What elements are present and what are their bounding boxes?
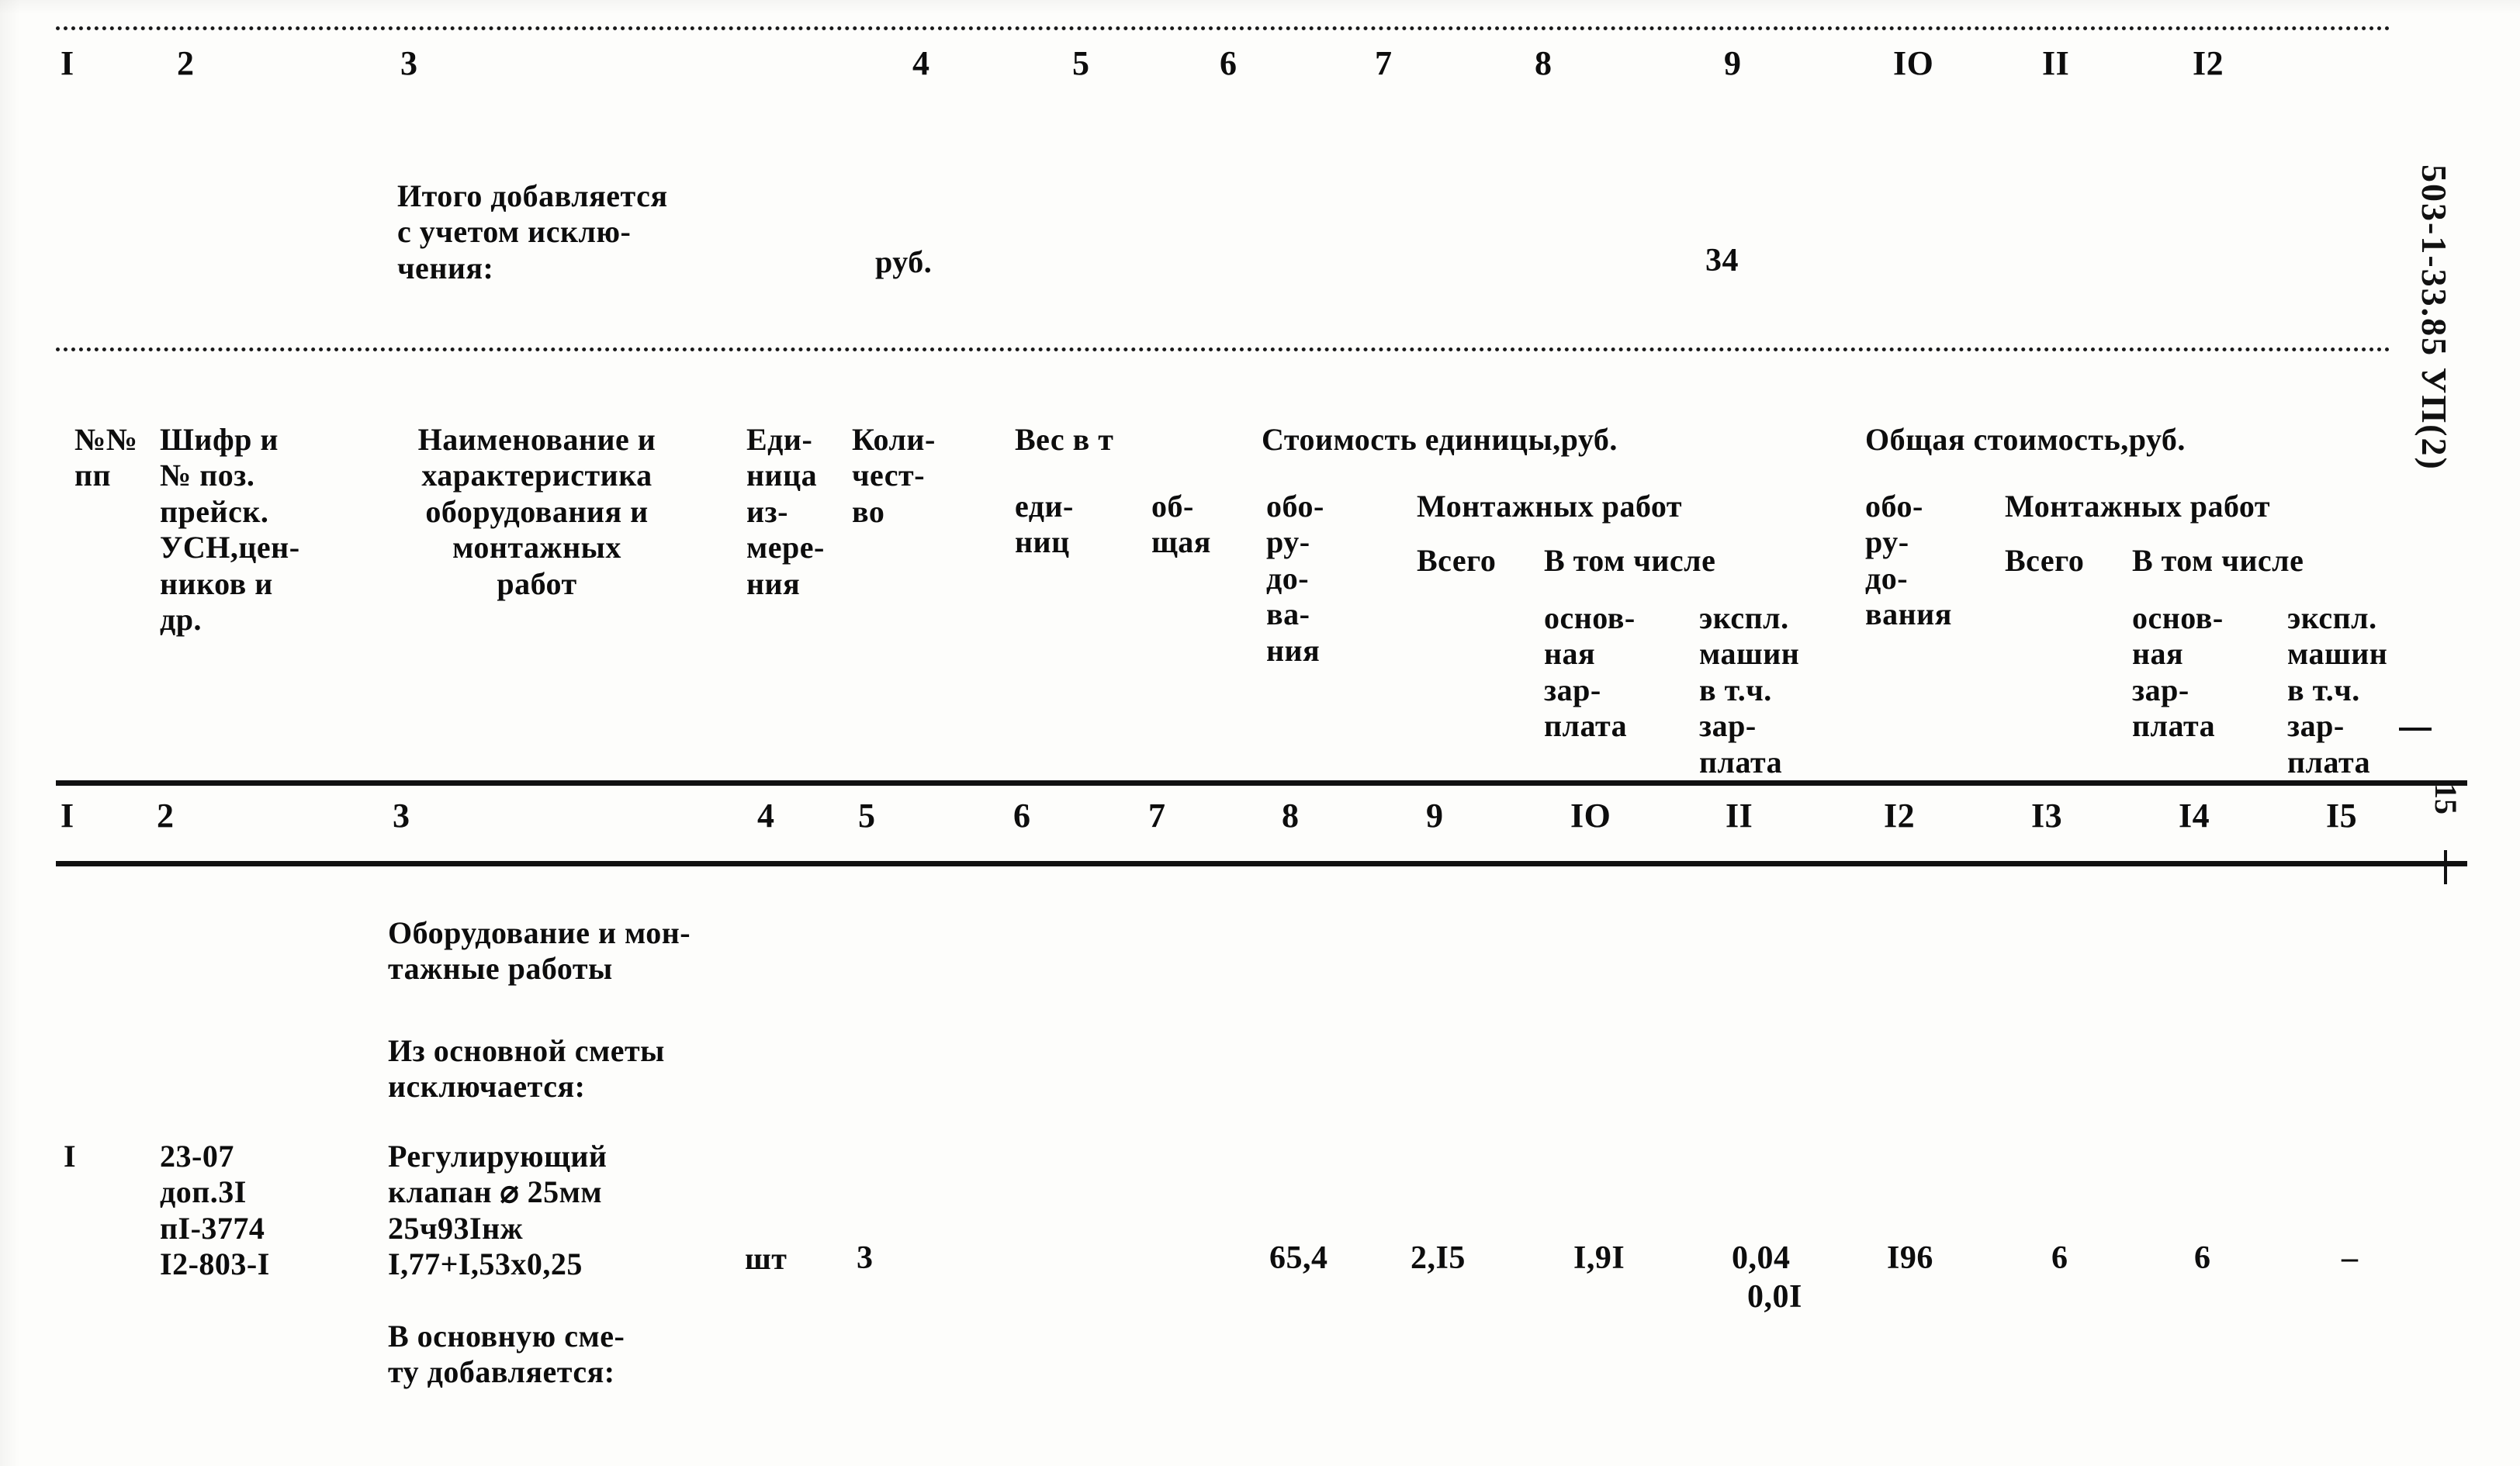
body-col-number-15: I5 xyxy=(2326,797,2358,835)
table-row-total-mount-salary: 6 xyxy=(2194,1240,2211,1276)
top-col-number-2: 2 xyxy=(177,44,195,82)
top-col-number-1: I xyxy=(61,44,74,82)
table-row-total-mount-machines: – xyxy=(2342,1240,2359,1276)
document-page: I 2 3 4 5 6 7 8 9 IO II I2 Итого добавля… xyxy=(0,0,2520,1466)
table-row-description: Регулирующий клапан ⌀ 25мм 25ч93Iнж I,77… xyxy=(388,1139,608,1282)
document-side-page-number: 15 xyxy=(2428,783,2463,814)
body-col-number-1: I xyxy=(61,797,74,835)
top-col-number-6: 6 xyxy=(1220,44,1238,82)
top-col-number-11: II xyxy=(2042,44,2070,82)
header-total-mount-group: Монтажных работ xyxy=(2005,489,2271,524)
body-col-number-12: I2 xyxy=(1884,797,1916,835)
header-col8: обо- ру- до- ва- ния xyxy=(1266,489,1324,668)
body-col-number-11: II xyxy=(1726,797,1753,835)
table-row-qty: 3 xyxy=(857,1240,874,1276)
body-col-number-8: 8 xyxy=(1282,797,1300,835)
header-col15: экспл. машин в т.ч. зар- плата xyxy=(2287,600,2388,780)
top-dashed-rule xyxy=(56,26,2391,30)
header-bottom-rule xyxy=(56,780,2467,786)
header-unit-cost-group: Стоимость единицы,руб. xyxy=(1262,422,1618,457)
header-col2: Шифр и № поз. прейск. УСН,цен- ников и д… xyxy=(160,422,300,637)
subtotal-unit: руб. xyxy=(875,244,933,279)
body-col-number-14: I4 xyxy=(2179,797,2210,835)
top-col-number-8: 8 xyxy=(1535,44,1552,82)
body-col-number-9: 9 xyxy=(1426,797,1444,835)
header-col14: основ- ная зар- плата xyxy=(2132,600,2224,744)
body-col-number-3: 3 xyxy=(393,797,410,835)
top-col-number-9: 9 xyxy=(1724,44,1742,82)
top-col-number-3: 3 xyxy=(400,44,418,82)
table-row-total-mount-total: 6 xyxy=(2051,1240,2068,1276)
header-unit-incl: В том числе xyxy=(1544,543,1716,578)
header-col9: Всего xyxy=(1417,543,1497,578)
header-total-cost-group: Общая стоимость,руб. xyxy=(1865,422,2186,457)
header-col7: об- щая xyxy=(1151,489,1211,560)
header-col4: Еди- ница из- мере- ния xyxy=(746,422,825,601)
table-row-unit-mount-salary: I,9I xyxy=(1573,1240,1625,1276)
subtotal-value: 34 xyxy=(1705,243,1739,278)
body-col-number-6: 6 xyxy=(1013,797,1031,835)
document-side-code: 503-1-33.85 УП(2) xyxy=(2414,164,2454,471)
table-row-unit-mount-machines: 0,04 xyxy=(1732,1240,1791,1276)
header-col1: №№ пп xyxy=(74,422,138,493)
top-col-number-10: IO xyxy=(1893,44,1934,82)
body-add-caption: В основную сме- ту добавляется: xyxy=(388,1319,625,1390)
body-col-number-4: 4 xyxy=(757,797,775,835)
header-col6: еди- ниц xyxy=(1015,489,1074,560)
body-exclude-caption: Из основной сметы исключается: xyxy=(388,1033,665,1105)
body-col-number-7: 7 xyxy=(1148,797,1166,835)
header-weight-group: Вес в т xyxy=(1015,422,1114,457)
table-row-unit-mount-machines-sub: 0,0I xyxy=(1747,1279,1802,1315)
top-col-number-4: 4 xyxy=(912,44,930,82)
body-col-number-10: IO xyxy=(1570,797,1611,835)
subtotal-label: Итого добавляется с учетом исклю- чения: xyxy=(397,178,668,285)
body-top-rule xyxy=(56,861,2467,866)
body-col-number-2: 2 xyxy=(157,797,175,835)
table-row-unit: шт xyxy=(745,1241,788,1276)
body-col-number-13: I3 xyxy=(2031,797,2063,835)
header-col11: экспл. машин в т.ч. зар- плата xyxy=(1699,600,1800,780)
header-col5: Коли- чест- во xyxy=(852,422,936,529)
header-col13: Всего xyxy=(2005,543,2085,578)
body-col-number-5: 5 xyxy=(858,797,876,835)
table-row-unit-equip: 65,4 xyxy=(1269,1240,1328,1276)
header-unit-mount-group: Монтажных работ xyxy=(1417,489,1683,524)
header-col12: обо- ру- до- вания xyxy=(1865,489,1952,632)
header-total-incl: В том числе xyxy=(2132,543,2304,578)
table-row-code: 23-07 доп.3I пI-3774 I2-803-I xyxy=(160,1139,270,1282)
table-row-no: I xyxy=(64,1139,77,1174)
subtotal-bottom-dashed-rule xyxy=(56,347,2391,351)
body-section-title: Оборудование и мон- тажные работы xyxy=(388,915,691,987)
table-row-total-equip: I96 xyxy=(1887,1240,1933,1276)
header-col3: Наименование и характеристика оборудован… xyxy=(417,422,656,601)
header-col10: основ- ная зар- плата xyxy=(1544,600,1636,744)
top-col-number-5: 5 xyxy=(1072,44,1090,82)
table-row-unit-mount-total: 2,I5 xyxy=(1411,1240,1466,1276)
top-col-number-7: 7 xyxy=(1375,44,1393,82)
right-margin-tick-upper xyxy=(2399,728,2432,731)
right-margin-tick-lower xyxy=(2444,850,2447,884)
top-col-number-12: I2 xyxy=(2193,44,2224,82)
